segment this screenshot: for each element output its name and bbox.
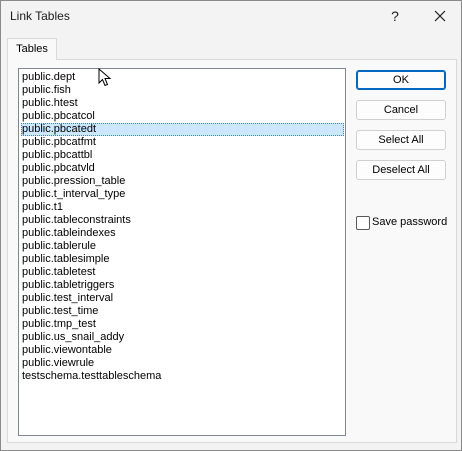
- list-item[interactable]: public.fish: [21, 84, 344, 97]
- list-item[interactable]: public.viewontable: [21, 344, 344, 357]
- link-tables-dialog: Link Tables ? Tables public.dept public.f…: [0, 0, 462, 451]
- title-bar: Link Tables ?: [1, 1, 461, 31]
- dialog-title: Link Tables: [10, 9, 70, 23]
- list-item[interactable]: public.viewrule: [21, 357, 344, 370]
- mouse-pointer-icon: [98, 68, 112, 87]
- list-item[interactable]: public.tablerule: [21, 240, 344, 253]
- save-password-checkbox[interactable]: [356, 216, 370, 230]
- tables-listbox[interactable]: public.dept public.fish public.htest public…: [18, 68, 346, 436]
- list-item[interactable]: public.test_time: [21, 305, 344, 318]
- deselect-all-button[interactable]: Deselect All: [356, 160, 446, 180]
- list-item[interactable]: public.tableconstraints: [21, 214, 344, 227]
- list-item[interactable]: public.pbcattbl: [21, 149, 344, 162]
- list-item[interactable]: public.us_snail_addy: [21, 331, 344, 344]
- list-item[interactable]: public.tablesimple: [21, 253, 344, 266]
- cancel-button[interactable]: Cancel: [356, 100, 446, 120]
- list-item[interactable]: public.htest: [21, 97, 344, 110]
- list-item[interactable]: public.dept: [21, 71, 344, 84]
- list-item[interactable]: public.tabletriggers: [21, 279, 344, 292]
- list-item[interactable]: public.tableindexes: [21, 227, 344, 240]
- tab-tables[interactable]: Tables: [7, 38, 57, 60]
- save-password-label: Save password: [372, 216, 448, 228]
- close-icon[interactable]: [423, 1, 457, 31]
- select-all-button[interactable]: Select All: [356, 130, 446, 150]
- tables-tab-panel: public.dept public.fish public.htest public…: [7, 59, 457, 443]
- list-item[interactable]: public.tabletest: [21, 266, 344, 279]
- list-item[interactable]: public.test_interval: [21, 292, 344, 305]
- list-item[interactable]: public.tmp_test: [21, 318, 344, 331]
- list-item[interactable]: public.pbcatedt: [21, 123, 344, 136]
- list-item[interactable]: public.t1: [21, 201, 344, 214]
- ok-button[interactable]: OK: [356, 70, 446, 90]
- list-item[interactable]: testschema.testtableschema: [21, 370, 344, 383]
- list-item[interactable]: public.pbcatvld: [21, 162, 344, 175]
- list-item[interactable]: public.pbcatfmt: [21, 136, 344, 149]
- help-icon[interactable]: ?: [379, 1, 411, 31]
- list-item[interactable]: public.pbcatcol: [21, 110, 344, 123]
- list-item[interactable]: public.pression_table: [21, 175, 344, 188]
- list-item[interactable]: public.t_interval_type: [21, 188, 344, 201]
